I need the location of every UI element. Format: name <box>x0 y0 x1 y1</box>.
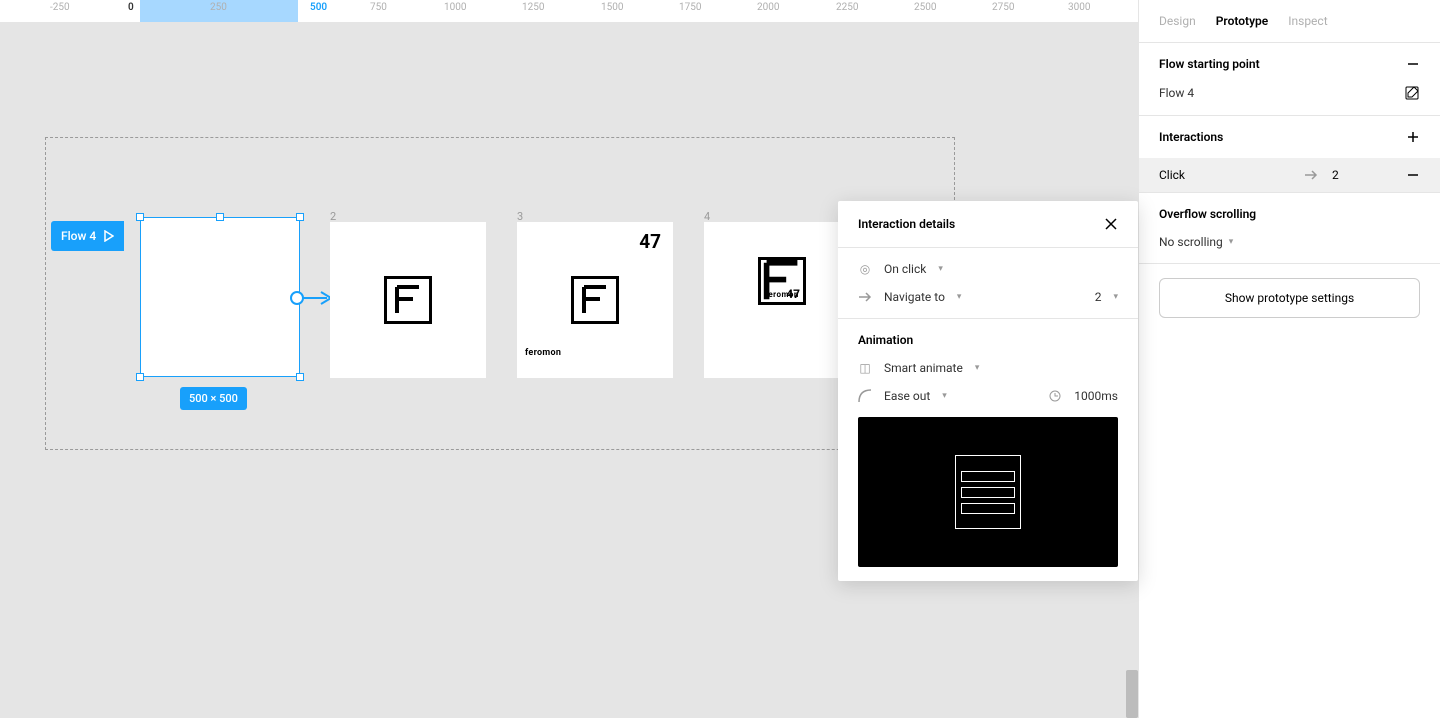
clock-icon <box>1048 389 1062 403</box>
resize-handle-tm[interactable] <box>216 213 224 221</box>
ruler-tick: 1250 <box>522 2 544 13</box>
ruler-tick: 2250 <box>836 2 858 13</box>
plus-icon[interactable] <box>1406 130 1420 144</box>
frame-4[interactable]: 47 feromon <box>704 222 860 378</box>
chevron-down-icon: ▾ <box>957 292 962 302</box>
frame-4-subtext: feromon <box>765 290 799 299</box>
horizontal-ruler[interactable]: -250 0 250 500 750 1000 1250 1500 1750 2000 2250 25… <box>0 0 1138 22</box>
overflow-section: Overflow scrolling No scrolling ▾ <box>1139 193 1440 264</box>
logo-f <box>571 276 619 324</box>
chevron-down-icon: ▾ <box>1113 292 1118 302</box>
resize-handle-bl[interactable] <box>136 373 144 381</box>
ruler-tick: 250 <box>210 2 227 13</box>
resize-handle-tl[interactable] <box>136 213 144 221</box>
sidebar-tabs: Design Prototype Inspect <box>1139 0 1440 43</box>
chevron-down-icon: ▾ <box>938 264 943 274</box>
ruler-tick: 500 <box>310 2 327 13</box>
interactions-section: Interactions Click 2 <box>1139 116 1440 193</box>
chevron-down-icon: ▾ <box>975 363 980 373</box>
edit-icon[interactable] <box>1404 85 1420 101</box>
arrow-right-icon <box>1304 170 1318 180</box>
easing-curve-icon <box>858 389 872 403</box>
duration-input[interactable]: 1000ms <box>1074 389 1118 403</box>
interaction-item[interactable]: Click 2 <box>1139 158 1440 192</box>
arrow-right-icon <box>858 290 872 304</box>
flow-section-title: Flow starting point <box>1159 57 1260 71</box>
ruler-tick: 3000 <box>1068 2 1090 13</box>
play-icon <box>104 230 114 242</box>
target-dropdown[interactable]: 2 <box>1095 290 1102 304</box>
overflow-title: Overflow scrolling <box>1159 207 1256 221</box>
frame-2[interactable] <box>330 222 486 378</box>
frame-1-selected[interactable] <box>140 217 300 377</box>
ruler-tick: 1000 <box>444 2 466 13</box>
animation-heading: Animation <box>858 333 1118 347</box>
scrollbar[interactable] <box>1126 670 1138 718</box>
ruler-tick: 2750 <box>992 2 1014 13</box>
ruler-tick: 2500 <box>914 2 936 13</box>
frame-3[interactable]: 47 feromon <box>517 222 673 378</box>
interaction-target: 2 <box>1332 168 1392 182</box>
ruler-tick: 2000 <box>757 2 779 13</box>
target-icon: ◎ <box>858 262 872 276</box>
logo-f <box>384 276 432 324</box>
resize-handle-tr[interactable] <box>296 213 304 221</box>
flow-name[interactable]: Flow 4 <box>1159 86 1194 100</box>
chevron-down-icon: ▾ <box>942 391 947 401</box>
ruler-tick: 0 <box>128 2 134 13</box>
action-dropdown[interactable]: Navigate to <box>884 290 945 304</box>
show-prototype-settings-button[interactable]: Show prototype settings <box>1159 278 1420 318</box>
interaction-trigger: Click <box>1159 168 1185 182</box>
resize-handle-br[interactable] <box>296 373 304 381</box>
minus-icon[interactable] <box>1406 168 1420 182</box>
frame-3-number: 47 <box>639 230 661 253</box>
trigger-dropdown[interactable]: On click <box>884 262 926 276</box>
tab-design[interactable]: Design <box>1159 14 1196 28</box>
ruler-tick: 750 <box>370 2 387 13</box>
close-icon[interactable] <box>1104 217 1118 231</box>
ruler-tick: 1750 <box>679 2 701 13</box>
preview-shape <box>955 455 1021 529</box>
interaction-details-panel[interactable]: Interaction details ◎ On click ▾ Navigat… <box>838 201 1138 581</box>
animation-type-dropdown[interactable]: Smart animate <box>884 361 963 375</box>
animate-icon: ◫ <box>858 361 872 375</box>
frame-3-subtext: feromon <box>525 348 561 358</box>
flow-start-badge[interactable]: Flow 4 <box>51 221 124 251</box>
dimensions-badge: 500 × 500 <box>180 387 247 410</box>
overflow-value-dropdown[interactable]: No scrolling ▾ <box>1159 235 1420 249</box>
ruler-tick: -250 <box>50 2 70 13</box>
minus-icon[interactable] <box>1406 57 1420 71</box>
flow-section: Flow starting point Flow 4 <box>1139 43 1440 116</box>
prototype-connector[interactable] <box>289 290 334 306</box>
flow-label: Flow 4 <box>61 229 96 243</box>
popup-title: Interaction details <box>858 217 955 231</box>
easing-dropdown[interactable]: Ease out <box>884 389 930 403</box>
tab-prototype[interactable]: Prototype <box>1216 14 1269 28</box>
interactions-title: Interactions <box>1159 130 1223 144</box>
ruler-tick: 1500 <box>601 2 623 13</box>
tab-inspect[interactable]: Inspect <box>1288 14 1327 28</box>
chevron-down-icon: ▾ <box>1229 237 1234 247</box>
animation-preview <box>858 417 1118 567</box>
properties-sidebar: Design Prototype Inspect Flow starting p… <box>1138 0 1440 718</box>
